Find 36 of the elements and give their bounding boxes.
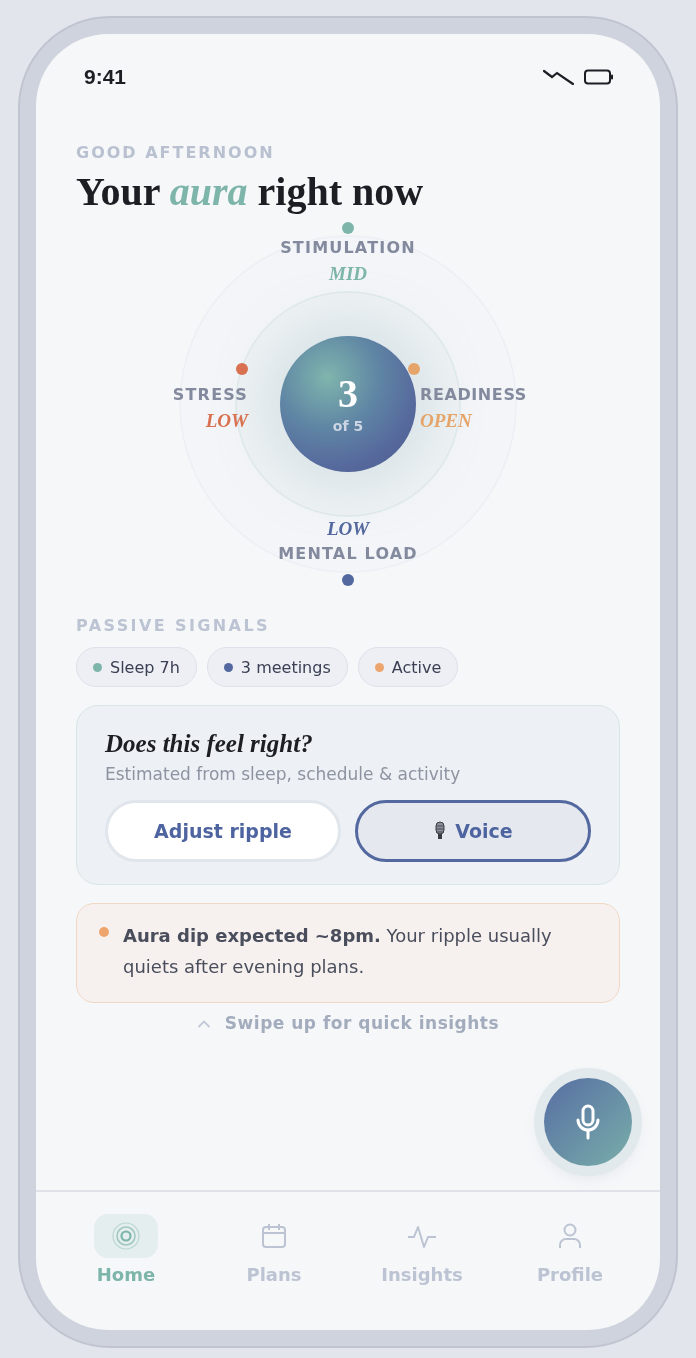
axis-value: OPEN	[420, 410, 472, 432]
page-title: Your aura right now	[76, 170, 425, 214]
calendar-icon	[260, 1222, 288, 1250]
greeting-text: GOOD AFTERNOON	[76, 143, 276, 162]
axis-label: STIMULATION	[280, 238, 416, 257]
score-value: 3	[338, 374, 358, 414]
axis-label: STRESS	[172, 385, 248, 404]
axis-value: LOW	[205, 410, 248, 432]
section-heading: PASSIVE SIGNALS	[76, 616, 271, 635]
microphone-icon	[575, 1104, 601, 1140]
card-title: Does this feel right?	[105, 730, 314, 758]
signal-chip[interactable]: 3 meetings	[206, 647, 348, 687]
signal-chip[interactable]: Active	[357, 647, 459, 687]
card-subtitle: Estimated from sleep, schedule & activity	[105, 764, 462, 784]
ripple-icon	[111, 1221, 141, 1251]
person-icon	[557, 1222, 583, 1250]
battery-icon	[584, 69, 614, 85]
pulse-icon	[407, 1223, 437, 1249]
hint-text: Swipe up for quick insights	[224, 1013, 500, 1033]
axis-label: MENTAL LOAD	[278, 544, 418, 563]
signal-icon	[543, 69, 574, 85]
alert-text: Aura dip expected ~8pm. Your ripple usually quiets after evening plans.	[123, 924, 553, 979]
microphone-icon	[433, 821, 448, 841]
chip-label: Sleep 7h	[110, 657, 180, 677]
axis-label: READINESS	[420, 385, 527, 404]
chip-label: 3 meetings	[240, 657, 331, 677]
axis-value: LOW	[326, 518, 370, 540]
score-caption: of 5	[332, 418, 364, 434]
adjust-button[interactable]: Adjust ripple	[105, 800, 341, 862]
chip-label: Active	[391, 657, 442, 677]
status-time: 9:41	[84, 65, 127, 89]
chevron-up-icon	[196, 1018, 211, 1028]
axis-value: MID	[329, 263, 367, 285]
alert-dot	[99, 927, 109, 937]
signal-chip[interactable]: Sleep 7h	[76, 647, 197, 687]
voice-button[interactable]: Voice	[355, 800, 591, 862]
